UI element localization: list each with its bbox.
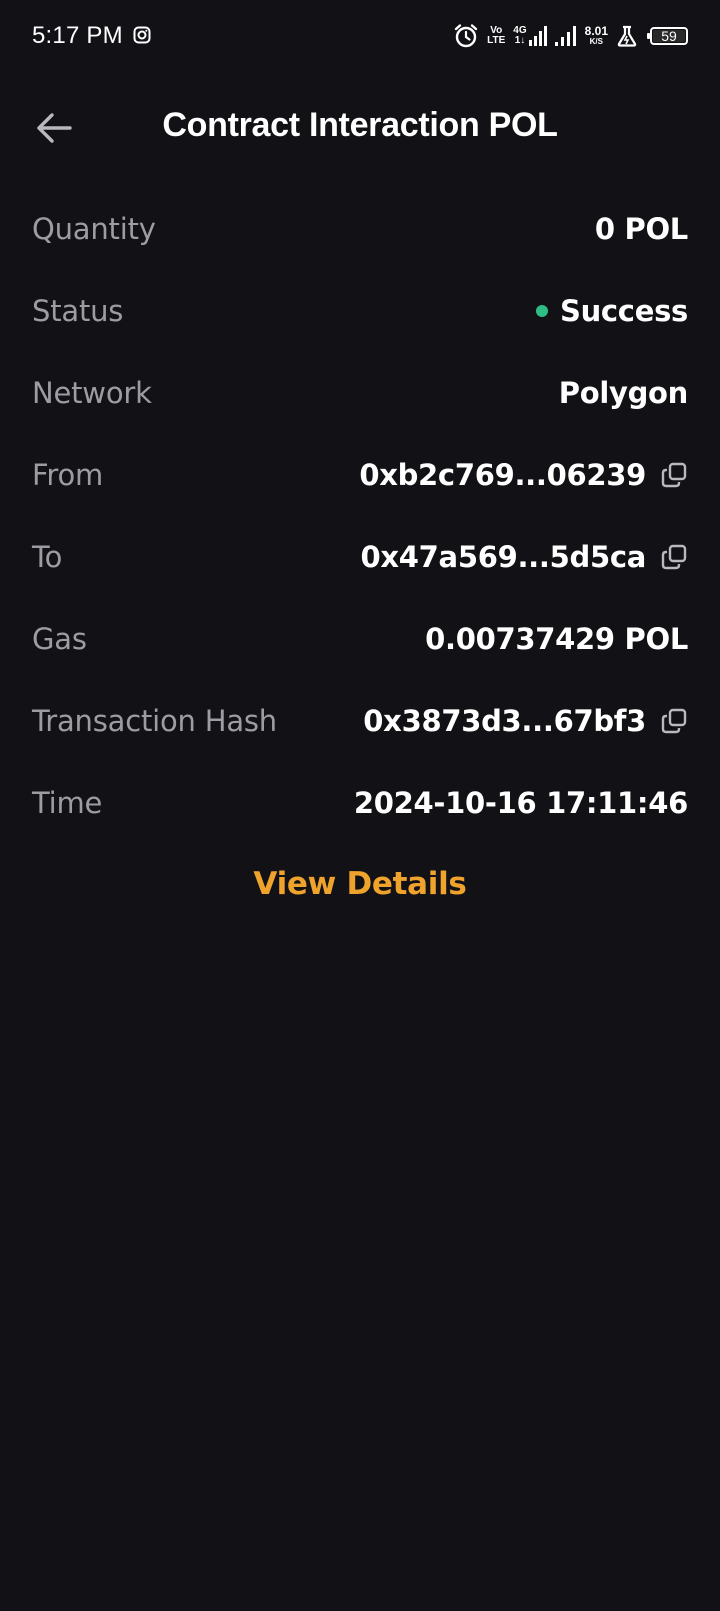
view-details-link[interactable]: View Details <box>0 866 720 902</box>
signal-1: 4G 1↓ <box>513 26 547 46</box>
to-value: 0x47a569...5d5ca <box>360 540 647 574</box>
battery-icon: 59 <box>647 27 688 45</box>
time-label: Time <box>32 786 103 820</box>
flask-icon <box>617 25 637 47</box>
instagram-icon <box>133 26 151 44</box>
alarm-icon <box>454 24 478 48</box>
network-speed-value: 8.01 <box>584 24 608 38</box>
network-type-bottom: 1↓ <box>514 35 526 46</box>
header: Contract Interaction POL <box>0 88 720 168</box>
row-time: Time 2024-10-16 17:11:46 <box>32 762 688 844</box>
network-label: Network <box>32 376 152 410</box>
gas-label: Gas <box>32 622 87 656</box>
row-network: Network Polygon <box>32 352 688 434</box>
row-transaction-hash: Transaction Hash 0x3873d3...67bf3 <box>32 680 688 762</box>
status-label: Status <box>32 294 124 328</box>
network-speed: 8.01 K/S <box>584 24 608 46</box>
status-time: 5:17 PM <box>32 22 123 49</box>
copy-hash-icon[interactable] <box>660 707 688 735</box>
network-speed-unit: K/S <box>589 37 603 46</box>
transaction-hash-value-wrap: 0x3873d3...67bf3 <box>363 704 688 738</box>
status-bar: 5:17 PM Vo LTE 4G 1↓ 8.01 K/S 59 <box>0 0 720 72</box>
status-dot-icon <box>535 305 548 317</box>
transaction-hash-label: Transaction Hash <box>32 704 277 738</box>
quantity-value-wrap: 0 POL <box>595 212 688 246</box>
transaction-hash-value: 0x3873d3...67bf3 <box>363 704 646 738</box>
row-quantity: Quantity 0 POL <box>32 188 688 270</box>
to-value-wrap: 0x47a569...5d5ca <box>361 540 688 574</box>
network-value-wrap: Polygon <box>558 376 689 410</box>
to-label: To <box>32 540 63 574</box>
time-value: 2024-10-16 17:11:46 <box>353 786 688 820</box>
copy-to-icon[interactable] <box>660 543 688 571</box>
status-icons: Vo LTE 4G 1↓ 8.01 K/S 59 <box>453 22 688 50</box>
signal-bars-icon <box>528 26 547 46</box>
time-value-wrap: 2024-10-16 17:11:46 <box>354 786 688 820</box>
signal-bars-icon-2 <box>554 26 576 46</box>
network-type: 4G 1↓ <box>513 26 526 46</box>
row-to: To 0x47a569...5d5ca <box>32 516 688 598</box>
from-value-wrap: 0xb2c769...06239 <box>359 458 688 492</box>
gas-value: 0.00737429 POL <box>425 622 688 656</box>
row-status: Status Success <box>32 270 688 352</box>
row-from: From 0xb2c769...06239 <box>32 434 688 516</box>
transaction-details: Quantity 0 POL Status Success Network Po… <box>32 188 688 844</box>
volte-indicator: Vo LTE <box>487 26 505 46</box>
volte-bottom: LTE <box>487 35 506 46</box>
status-value: Success <box>559 294 688 328</box>
network-value: Polygon <box>558 376 689 410</box>
from-label: From <box>32 458 104 492</box>
quantity-value: 0 POL <box>594 212 688 246</box>
from-value: 0xb2c769...06239 <box>359 458 646 492</box>
status-value-wrap: Success <box>535 294 688 328</box>
gas-value-wrap: 0.00737429 POL <box>425 622 688 656</box>
copy-from-icon[interactable] <box>660 461 688 489</box>
quantity-label: Quantity <box>32 212 156 246</box>
battery-level: 59 <box>661 28 677 44</box>
page-title: Contract Interaction POL <box>162 106 558 144</box>
row-gas: Gas 0.00737429 POL <box>32 598 688 680</box>
